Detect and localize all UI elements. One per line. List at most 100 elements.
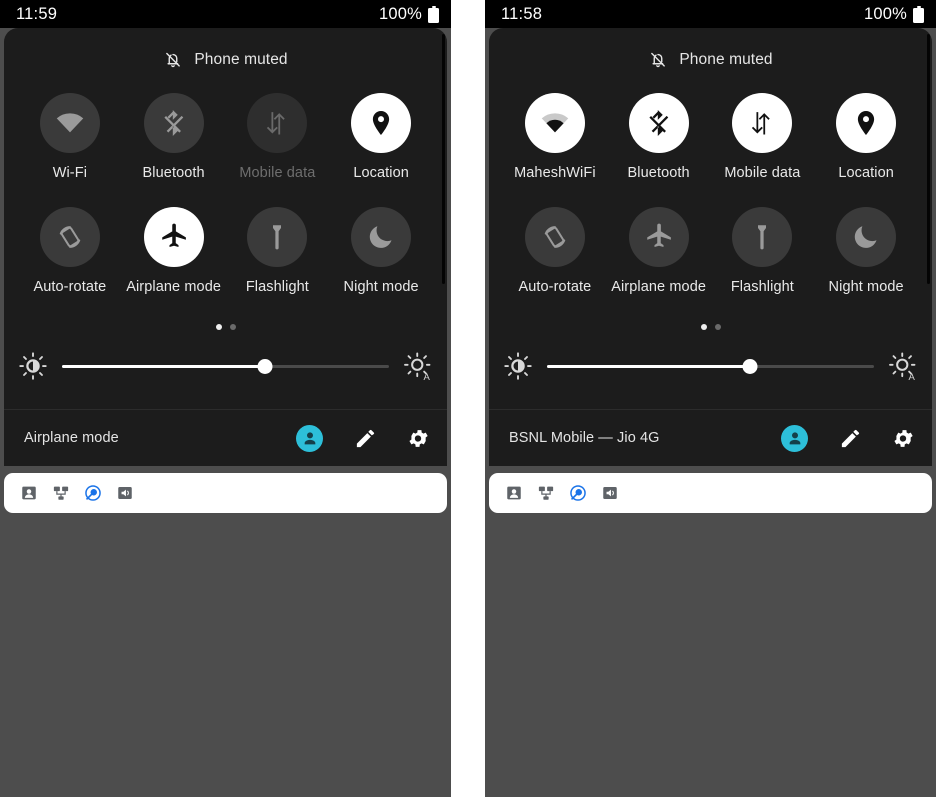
quick-tiles-row-1: MaheshWiFi Bluetooth Mobile data Locatio… <box>489 91 932 181</box>
tile-airplane-mode-circle[interactable] <box>143 207 204 267</box>
tile-mobile-data[interactable]: Mobile data <box>226 93 330 181</box>
tile-location-label: Location <box>353 165 409 181</box>
tile-airplane-mode[interactable]: Airplane mode <box>122 207 226 295</box>
brightness-row: A <box>489 330 932 381</box>
status-bar: 11:59 100% <box>0 0 451 28</box>
auto-rotate-icon <box>59 226 81 248</box>
phone-muted-banner: Phone muted <box>4 28 447 91</box>
pencil-icon[interactable] <box>354 427 377 450</box>
tile-wifi[interactable]: Wi-Fi <box>18 93 122 181</box>
battery-full-icon <box>913 5 924 23</box>
tile-location-circle[interactable] <box>351 93 412 153</box>
flashlight-icon <box>273 225 282 250</box>
tile-location[interactable]: Location <box>814 93 918 181</box>
airplane-icon <box>161 223 186 247</box>
comparison-screenshot: 11:59 100% Phone muted Wi-Fi Bluetooth M… <box>0 0 936 797</box>
tile-wifi-circle[interactable] <box>524 93 585 153</box>
tile-mobile-data-label: Mobile data <box>239 165 316 181</box>
right-phone-screenshot: 11:58 100% Phone muted MaheshWiFi Blueto… <box>485 0 936 797</box>
location-pin-icon <box>858 111 875 135</box>
nearby-share-icon[interactable] <box>84 484 102 502</box>
page-dot-2[interactable] <box>229 324 236 330</box>
tile-wifi-label: MaheshWiFi <box>514 165 596 181</box>
tile-flashlight-circle[interactable] <box>732 207 793 267</box>
tile-night-mode-label: Night mode <box>343 279 419 295</box>
tile-auto-rotate-circle[interactable] <box>39 207 100 267</box>
tile-night-mode-circle[interactable] <box>351 207 412 267</box>
mobile-data-icon <box>267 112 286 135</box>
bell-muted-icon <box>166 52 181 67</box>
tile-auto-rotate[interactable]: Auto-rotate <box>503 207 607 295</box>
brightness-slider[interactable] <box>62 356 389 376</box>
status-bar-right-group: 100% <box>864 5 924 24</box>
contact-card-icon[interactable] <box>505 484 523 502</box>
brightness-slider-thumb[interactable] <box>257 358 273 374</box>
tile-airplane-mode-label: Airplane mode <box>126 279 222 295</box>
gear-icon[interactable] <box>893 427 916 450</box>
brightness-slider[interactable] <box>547 356 874 376</box>
tile-airplane-mode-label: Airplane mode <box>611 279 707 295</box>
status-bar-clock: 11:59 <box>16 4 58 23</box>
tile-night-mode[interactable]: Night mode <box>814 207 918 295</box>
tile-night-mode-circle[interactable] <box>836 207 897 267</box>
moon-icon <box>854 226 877 248</box>
tile-mobile-data[interactable]: Mobile data <box>711 93 815 181</box>
notification-strip[interactable] <box>489 473 932 513</box>
tile-auto-rotate-label: Auto-rotate <box>33 279 107 295</box>
user-avatar-icon[interactable] <box>781 424 808 452</box>
page-dot-1[interactable] <box>700 324 707 330</box>
tile-location-circle[interactable] <box>836 93 897 153</box>
quick-settings-shade: Phone muted Wi-Fi Bluetooth Mobile data … <box>4 28 447 466</box>
page-dot-2[interactable] <box>714 324 721 330</box>
tile-night-mode[interactable]: Night mode <box>329 207 433 295</box>
tile-bluetooth-circle[interactable] <box>628 93 689 153</box>
phone-muted-label: Phone muted <box>679 50 773 68</box>
page-dot-1[interactable] <box>215 324 222 330</box>
tile-auto-rotate-circle[interactable] <box>524 207 585 267</box>
quick-settings-shade: Phone muted MaheshWiFi Bluetooth Mobile … <box>489 28 932 466</box>
tile-bluetooth-circle[interactable] <box>143 93 204 153</box>
tile-wifi[interactable]: MaheshWiFi <box>503 93 607 181</box>
tile-airplane-mode[interactable]: Airplane mode <box>607 207 711 295</box>
tile-flashlight[interactable]: Flashlight <box>226 207 330 295</box>
user-avatar-icon[interactable] <box>296 424 323 452</box>
tile-flashlight-label: Flashlight <box>730 279 794 295</box>
brightness-auto-icon[interactable]: A <box>403 351 433 381</box>
quick-tiles-row-1: Wi-Fi Bluetooth Mobile data Location <box>4 91 447 181</box>
tile-wifi-circle[interactable] <box>39 93 100 153</box>
gear-icon[interactable] <box>408 427 431 450</box>
brightness-slider-fill <box>62 364 265 368</box>
brightness-low-icon <box>503 351 533 381</box>
brightness-auto-icon[interactable]: A <box>888 351 918 381</box>
tile-bluetooth[interactable]: Bluetooth <box>122 93 226 181</box>
nearby-share-icon[interactable] <box>569 484 587 502</box>
shade-footer: BSNL Mobile — Jio 4G <box>489 410 932 466</box>
wifi-icon <box>56 113 84 133</box>
brightness-row: A <box>4 330 447 381</box>
pencil-icon[interactable] <box>839 427 862 450</box>
location-pin-icon <box>373 111 390 135</box>
tile-bluetooth[interactable]: Bluetooth <box>607 93 711 181</box>
tile-mobile-data-circle[interactable] <box>247 93 308 153</box>
tile-bluetooth-label: Bluetooth <box>142 165 205 181</box>
tile-mobile-data-circle[interactable] <box>732 93 793 153</box>
contact-card-icon[interactable] <box>20 484 38 502</box>
sound-volume-icon[interactable] <box>601 484 619 502</box>
sound-volume-icon[interactable] <box>116 484 134 502</box>
network-devices-icon[interactable] <box>52 484 70 502</box>
quick-tiles-row-2: Auto-rotate Airplane mode Flashlight Nig… <box>489 205 932 295</box>
phone-muted-label: Phone muted <box>194 50 288 68</box>
brightness-slider-thumb[interactable] <box>742 358 758 374</box>
bluetooth-icon <box>164 109 183 136</box>
network-devices-icon[interactable] <box>537 484 555 502</box>
bluetooth-icon <box>649 109 668 136</box>
tile-wifi-label: Wi-Fi <box>52 165 88 181</box>
status-bar: 11:58 100% <box>485 0 936 28</box>
tile-airplane-mode-circle[interactable] <box>628 207 689 267</box>
notification-strip[interactable] <box>4 473 447 513</box>
tile-auto-rotate[interactable]: Auto-rotate <box>18 207 122 295</box>
brightness-slider-fill <box>547 364 750 368</box>
tile-flashlight[interactable]: Flashlight <box>711 207 815 295</box>
tile-location[interactable]: Location <box>329 93 433 181</box>
tile-flashlight-circle[interactable] <box>247 207 308 267</box>
